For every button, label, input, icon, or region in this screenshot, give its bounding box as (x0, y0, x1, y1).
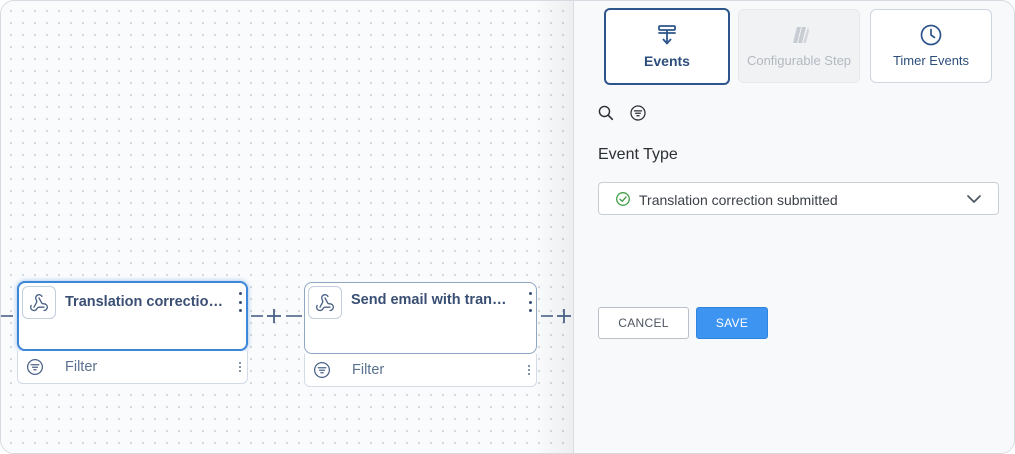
add-step-connector[interactable] (249, 306, 304, 326)
node-menu-button[interactable] (527, 292, 533, 312)
step-config-panel: Events Configurable Step Timer Events Ev… (573, 1, 1014, 453)
connector-start (1, 315, 13, 317)
events-icon (658, 25, 676, 45)
clock-icon (920, 24, 942, 46)
event-type-value: Translation correction submitted (639, 192, 838, 208)
workflow-node-send-email[interactable]: Send email with translation correction F… (304, 282, 537, 387)
filter-menu-button[interactable] (238, 362, 242, 372)
filter-icon[interactable] (629, 104, 647, 122)
node-card[interactable]: Send email with translation correction (304, 282, 537, 354)
check-circle-icon (616, 192, 630, 206)
workflow-editor: Translation correction submitted Filter (0, 0, 1015, 454)
workflow-canvas[interactable]: Translation correction submitted Filter (1, 1, 573, 453)
webhook-icon (22, 286, 56, 319)
canvas-shadow (533, 1, 573, 453)
event-type-label: Event Type (598, 146, 678, 163)
chevron-down-icon (967, 195, 981, 203)
node-menu-button[interactable] (237, 292, 243, 312)
cancel-button[interactable]: CANCEL (598, 307, 689, 339)
tab-label: Events (644, 53, 690, 69)
save-button[interactable]: SAVE (696, 307, 768, 339)
filter-menu-button[interactable] (527, 365, 531, 375)
tab-label: Configurable Step (746, 53, 852, 68)
tab-timer-events[interactable]: Timer Events (870, 9, 992, 83)
event-type-select[interactable]: Translation correction submitted (598, 182, 999, 215)
node-title: Translation correction submitted (65, 294, 229, 310)
tab-events[interactable]: Events (604, 8, 730, 85)
filter-icon (26, 358, 44, 376)
node-card[interactable]: Translation correction submitted (17, 281, 248, 351)
configurable-step-icon (793, 27, 809, 43)
node-filter[interactable]: Filter (304, 354, 537, 387)
workflow-node-trigger[interactable]: Translation correction submitted Filter (17, 281, 248, 385)
filter-label: Filter (65, 359, 98, 375)
filter-label: Filter (352, 362, 385, 378)
add-step-connector-end[interactable] (539, 306, 573, 326)
tab-configurable-step[interactable]: Configurable Step (738, 9, 860, 83)
tab-label: Timer Events (892, 53, 970, 68)
node-title: Send email with translation correction (351, 292, 513, 308)
node-filter[interactable]: Filter (17, 351, 248, 384)
webhook-icon (308, 286, 342, 319)
filter-icon (313, 361, 331, 379)
search-icon[interactable] (597, 104, 615, 122)
